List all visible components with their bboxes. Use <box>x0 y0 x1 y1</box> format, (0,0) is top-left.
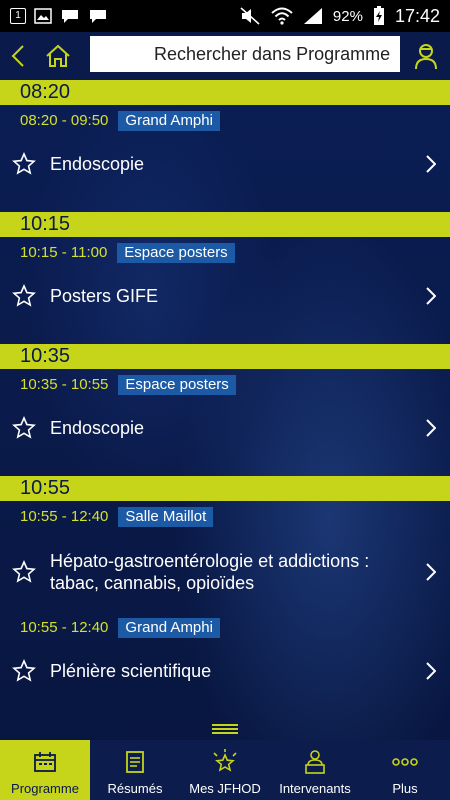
chevron-right-icon <box>420 419 436 437</box>
room-badge: Espace posters <box>117 242 235 263</box>
bottom-nav: Programme Résumés Mes JFHOD Intervenants… <box>0 740 450 800</box>
calendar-icon <box>33 747 57 777</box>
clock: 17:42 <box>394 5 440 26</box>
search-input[interactable]: Rechercher dans Programme <box>90 36 400 72</box>
notification-count-icon: 1 <box>10 8 26 24</box>
room-badge: Espace posters <box>118 374 236 395</box>
program-list: 08:20 08:20 - 09:50 Grand Amphi Endoscop… <box>0 80 450 720</box>
time-slot-header: 10:35 <box>0 344 450 369</box>
session-time: 10:55 - 12:40 <box>20 619 109 636</box>
wifi-icon <box>271 7 293 25</box>
session-meta: 10:35 - 10:55 Espace posters <box>0 369 450 400</box>
session-title: Endoscopie <box>50 418 145 438</box>
session-meta: 10:55 - 12:40 Salle Maillot <box>0 501 450 532</box>
chevron-right-icon <box>420 563 436 581</box>
room-badge: Grand Amphi <box>118 617 220 638</box>
status-bar: 1 92% 17:42 <box>0 0 450 32</box>
session-row[interactable]: Posters GIFE <box>0 268 450 324</box>
chevron-right-icon <box>420 155 436 173</box>
back-button[interactable] <box>0 32 36 80</box>
session-title: Posters GIFE <box>50 286 159 306</box>
more-icon <box>392 747 418 777</box>
star-icon[interactable] <box>12 284 36 308</box>
signal-icon <box>303 8 322 24</box>
nav-programme[interactable]: Programme <box>0 740 90 800</box>
top-bar: Rechercher dans Programme <box>0 32 450 80</box>
session-title: Endoscopie <box>50 154 145 174</box>
star-icon[interactable] <box>12 560 36 584</box>
star-icon[interactable] <box>12 152 36 176</box>
nav-label: Résumés <box>107 781 163 796</box>
session-meta: 10:55 - 12:40 Grand Amphi <box>0 612 450 643</box>
speaker-icon <box>302 747 328 777</box>
session-row[interactable]: Hépato-gastroentérologie et addictions :… <box>0 532 450 612</box>
star-burst-icon <box>211 747 239 777</box>
session-time: 10:15 - 11:00 <box>20 244 108 261</box>
nav-resumes[interactable]: Résumés <box>90 740 180 800</box>
session-row[interactable]: Endoscopie <box>0 136 450 192</box>
home-icon <box>46 44 70 67</box>
session-title: Plénière scientifique <box>50 661 212 681</box>
nav-label: Plus <box>392 781 418 796</box>
image-icon <box>34 8 52 24</box>
battery-percent: 92% <box>332 7 363 25</box>
session-meta: 08:20 - 09:50 Grand Amphi <box>0 105 450 136</box>
home-button[interactable] <box>36 32 80 80</box>
user-icon <box>415 44 437 70</box>
nav-intervenants[interactable]: Intervenants <box>270 740 360 800</box>
room-badge: Grand Amphi <box>118 110 220 131</box>
message-icon <box>62 10 78 23</box>
profile-button[interactable] <box>410 38 442 74</box>
nav-label: Mes JFHOD <box>189 781 261 796</box>
session-row[interactable]: Endoscopie <box>0 400 450 456</box>
session-row[interactable]: Plénière scientifique <box>0 643 450 699</box>
nav-plus[interactable]: Plus <box>360 740 450 800</box>
session-meta: 10:15 - 11:00 Espace posters <box>0 237 450 268</box>
time-slot-header: 10:55 <box>0 476 450 501</box>
message-icon <box>90 10 106 23</box>
nav-label: Intervenants <box>279 781 351 796</box>
session-time: 08:20 - 09:50 <box>20 112 109 129</box>
menu-handle-icon <box>212 724 238 734</box>
battery-charging-icon <box>373 6 384 25</box>
time-slot-header: 10:15 <box>0 212 450 237</box>
session-title: Hépato-gastroentérologie et addictions :… <box>50 551 370 593</box>
star-icon[interactable] <box>12 416 36 440</box>
nav-label: Programme <box>11 781 79 796</box>
mute-icon <box>240 7 260 25</box>
session-time: 10:55 - 12:40 <box>20 508 109 525</box>
chevron-left-icon <box>11 45 24 67</box>
star-icon[interactable] <box>12 659 36 683</box>
drag-handle[interactable] <box>0 718 450 740</box>
room-badge: Salle Maillot <box>118 506 214 527</box>
nav-mes-jfhod[interactable]: Mes JFHOD <box>180 740 270 800</box>
time-slot-header: 08:20 <box>0 80 450 105</box>
chevron-right-icon <box>420 662 436 680</box>
chevron-right-icon <box>420 287 436 305</box>
document-icon <box>125 747 145 777</box>
session-time: 10:35 - 10:55 <box>20 376 109 393</box>
